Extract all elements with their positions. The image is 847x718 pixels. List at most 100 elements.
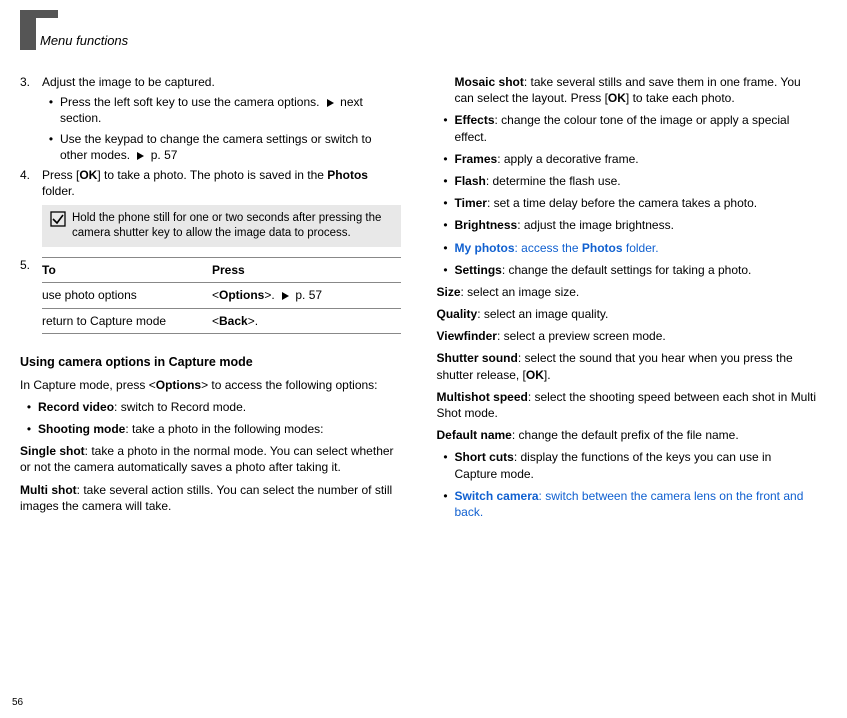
label: Single shot	[20, 444, 85, 458]
setting-size: Size: select an image size.	[437, 284, 818, 300]
t: > to access the following options:	[201, 378, 377, 392]
bullet-dot: •	[437, 151, 455, 167]
desc: : apply a decorative frame.	[497, 152, 638, 166]
text: Press the left soft key to use the camer…	[60, 95, 319, 109]
desc: : adjust the image brightness.	[517, 218, 674, 232]
running-title: Menu functions	[40, 33, 128, 48]
right-column: Mosaic shot: take several stills and sav…	[437, 74, 818, 526]
desc: : change the colour tone of the image or…	[455, 113, 790, 143]
manual-page: Menu functions 3. Adjust the image to be…	[0, 0, 847, 718]
option-desc: : take a photo in the following modes:	[125, 422, 323, 436]
action-table: To Press use photo options <Options>. p.…	[42, 257, 401, 334]
bullet-dot: •	[437, 173, 455, 189]
bullet-dot: •	[437, 195, 455, 211]
t: Photos	[582, 241, 623, 255]
t: ].	[544, 368, 551, 382]
label: Multi shot	[20, 483, 77, 497]
option-short-cuts: • Short cuts: display the functions of t…	[437, 449, 818, 481]
link-text[interactable]: My photos: access the Photos folder.	[455, 240, 818, 256]
text: p. 57	[151, 148, 178, 162]
setting-shutter-sound: Shutter sound: select the sound that you…	[437, 350, 818, 382]
multi-shot-desc: Multi shot: take several action stills. …	[20, 482, 401, 514]
bullet-dot: •	[437, 449, 455, 481]
option-settings: • Settings: change the default settings …	[437, 262, 818, 278]
bullet-text: Use the keypad to change the camera sett…	[60, 131, 401, 163]
bullet-dot: •	[437, 240, 455, 256]
page-number: 56	[12, 697, 23, 708]
t: In Capture mode, press <	[20, 378, 156, 392]
bullet-text: Press the left soft key to use the camer…	[60, 94, 401, 126]
link-text[interactable]: Switch camera: switch between the camera…	[455, 488, 818, 520]
triangle-icon	[327, 99, 334, 107]
bullet-dot: •	[20, 421, 38, 437]
step-number: 3.	[20, 74, 42, 90]
desc: : change the default prefix of the file …	[512, 428, 739, 442]
running-header: Menu functions	[20, 20, 817, 60]
option-switch-camera: • Switch camera: switch between the came…	[437, 488, 818, 520]
t: Press [	[42, 168, 79, 182]
option-brightness: • Brightness: adjust the image brightnes…	[437, 217, 818, 233]
option-frames: • Frames: apply a decorative frame.	[437, 151, 818, 167]
desc: : select an image quality.	[477, 307, 608, 321]
option-record-video: • Record video: switch to Record mode.	[20, 399, 401, 415]
label: Timer	[455, 196, 487, 210]
setting-viewfinder: Viewfinder: select a preview screen mode…	[437, 328, 818, 344]
table-cell: <Options>. p. 57	[212, 287, 401, 303]
label: Shutter sound	[437, 351, 518, 365]
option-label: Record video	[38, 400, 114, 414]
t: OK	[608, 91, 626, 105]
table-cell: return to Capture mode	[42, 313, 212, 329]
label: Mosaic shot	[455, 75, 524, 89]
t: Photos	[327, 168, 368, 182]
t: OK	[526, 368, 544, 382]
table-header: Press	[212, 262, 401, 278]
t: Back	[219, 314, 248, 328]
option-shooting-mode: • Shooting mode: take a photo in the fol…	[20, 421, 401, 437]
step-3-sub-1: • Press the left soft key to use the cam…	[42, 94, 401, 126]
note-box: Hold the phone still for one or two seco…	[42, 205, 401, 247]
option-timer: • Timer: set a time delay before the cam…	[437, 195, 818, 211]
t: <	[212, 314, 219, 328]
t: >.	[248, 314, 258, 328]
option-text: Shooting mode: take a photo in the follo…	[38, 421, 401, 437]
option-effects: • Effects: change the colour tone of the…	[437, 112, 818, 144]
t: folder.	[42, 184, 75, 198]
label: Effects	[455, 113, 495, 127]
table-header: To	[42, 262, 212, 278]
table-row: use photo options <Options>. p. 57	[42, 283, 401, 308]
desc: : select an image size.	[461, 285, 580, 299]
bullet-dot: •	[20, 399, 38, 415]
note-text: Hold the phone still for one or two seco…	[72, 211, 393, 241]
desc: : select a preview screen mode.	[497, 329, 666, 343]
table-cell: <Back>.	[212, 313, 401, 329]
step-number: 5.	[20, 257, 42, 346]
label: Multishot speed	[437, 390, 528, 404]
t: ] to take each photo.	[626, 91, 735, 105]
step-3: 3. Adjust the image to be captured.	[20, 74, 401, 90]
label: My photos	[455, 241, 515, 255]
step-number: 4.	[20, 167, 42, 199]
text: Use the keypad to change the camera sett…	[60, 132, 372, 162]
triangle-icon	[282, 292, 289, 300]
bullet-dot: •	[437, 262, 455, 278]
label: Settings	[455, 263, 502, 277]
t: Options	[156, 378, 201, 392]
setting-multishot-speed: Multishot speed: select the shooting spe…	[437, 389, 818, 421]
table-header-row: To Press	[42, 257, 401, 283]
label: Switch camera	[455, 489, 539, 503]
option-flash: • Flash: determine the flash use.	[437, 173, 818, 189]
t: <	[212, 288, 219, 302]
bullet-dot: •	[42, 94, 60, 126]
t: : access the	[515, 241, 582, 255]
t: OK	[79, 168, 97, 182]
step-text: Press [OK] to take a photo. The photo is…	[42, 167, 401, 199]
triangle-icon	[137, 152, 144, 160]
bullet-dot: •	[42, 131, 60, 163]
left-column: 3. Adjust the image to be captured. • Pr…	[20, 74, 401, 526]
t: >.	[264, 288, 274, 302]
content-columns: 3. Adjust the image to be captured. • Pr…	[20, 74, 817, 526]
option-desc: : switch to Record mode.	[114, 400, 246, 414]
step-4: 4. Press [OK] to take a photo. The photo…	[20, 167, 401, 199]
label: Default name	[437, 428, 512, 442]
desc: : change the default settings for taking…	[502, 263, 752, 277]
